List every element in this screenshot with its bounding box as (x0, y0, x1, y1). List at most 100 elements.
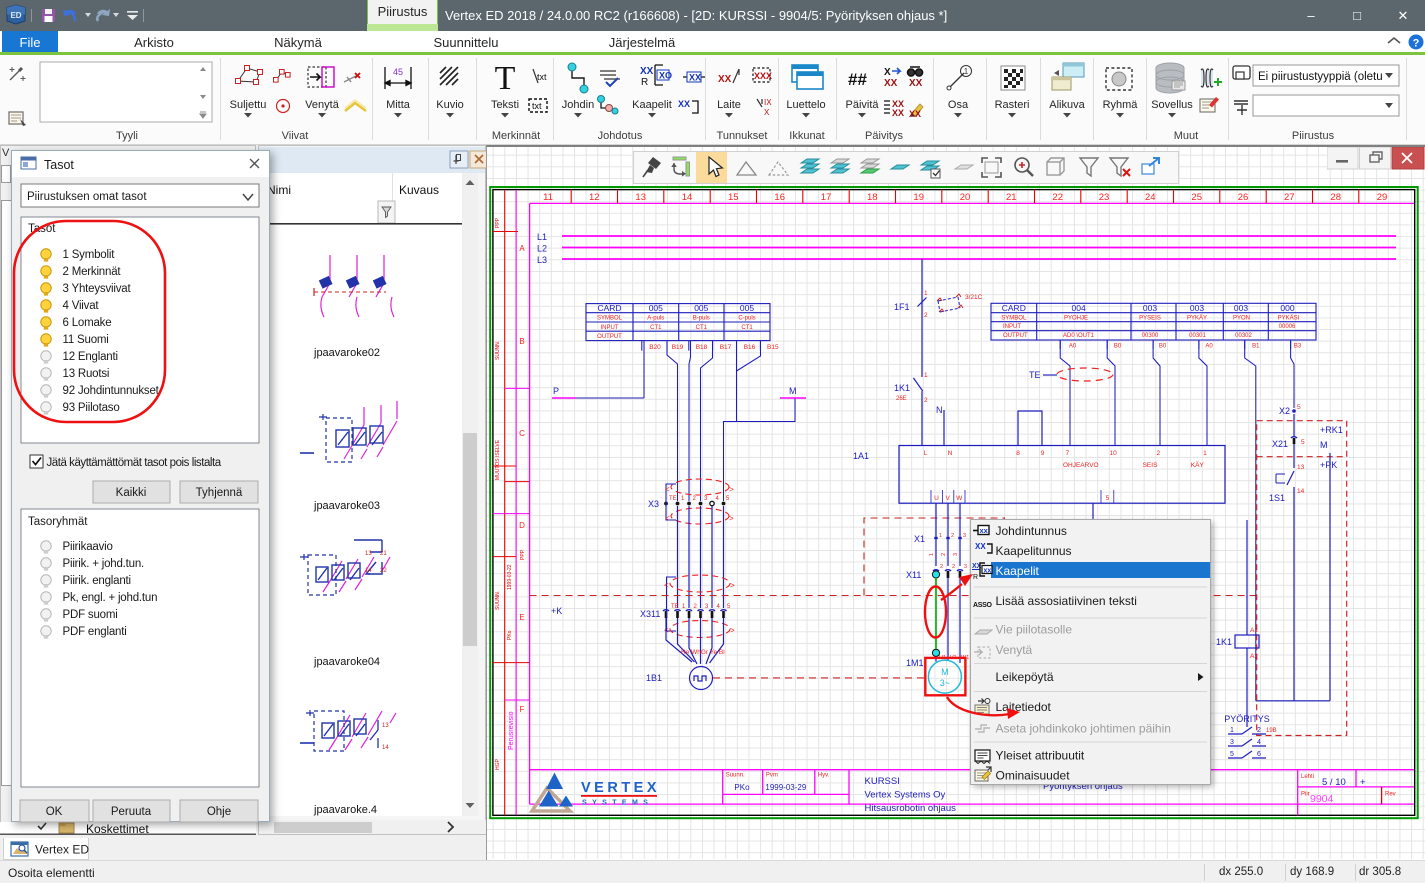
svg-text:Päivitä: Päivitä (845, 99, 879, 111)
svg-text:Piirustuksen omat tasot: Piirustuksen omat tasot (27, 191, 147, 203)
svg-text:XX: XX (892, 108, 904, 118)
svg-text:Piirikaavio: Piirikaavio (63, 541, 113, 553)
svg-text:L: L (924, 450, 928, 457)
svg-text:005: 005 (694, 303, 708, 313)
svg-text:93 Piilotaso: 93 Piilotaso (63, 402, 120, 414)
svg-text:11: 11 (543, 192, 553, 203)
svg-text:2: 2 (924, 312, 928, 319)
svg-text:3: 3 (705, 604, 709, 610)
svg-text:Päivitys: Päivitys (865, 130, 903, 142)
svg-text:XX: XX (678, 99, 690, 109)
svg-text:14: 14 (382, 745, 389, 751)
svg-text:B15: B15 (767, 344, 779, 351)
svg-text:Piir: Piir (1301, 792, 1310, 798)
svg-text:Pk, engl. + johd.tun: Pk, engl. + johd.tun (63, 592, 158, 604)
svg-text:3/21C: 3/21C (965, 294, 983, 301)
svg-text:Kuvio: Kuvio (436, 99, 464, 111)
svg-text:HGP: HGP (495, 759, 501, 771)
svg-text:1S1: 1S1 (1269, 493, 1285, 503)
svg-text:5: 5 (1301, 439, 1305, 446)
svg-text:1: 1 (1230, 727, 1234, 734)
svg-text:1B1: 1B1 (646, 673, 662, 683)
svg-text:V: V (946, 495, 951, 502)
svg-text:X3: X3 (648, 499, 659, 509)
svg-text:1: 1 (682, 604, 686, 610)
svg-text:1: 1 (924, 290, 928, 297)
svg-text:INPUT: INPUT (1003, 324, 1021, 330)
svg-text:Alikuva: Alikuva (1049, 99, 1085, 111)
svg-text:26: 26 (1238, 192, 1249, 203)
svg-text:+RK1: +RK1 (1320, 425, 1343, 435)
svg-text:Piirik. englanti: Piirik. englanti (63, 575, 131, 587)
svg-text:1: 1 (964, 67, 969, 76)
svg-text:M: M (789, 386, 797, 396)
svg-text:X21: X21 (1272, 439, 1288, 449)
svg-text:8: 8 (1016, 450, 1020, 457)
svg-text:SUUNN.: SUUNN. (495, 341, 501, 360)
svg-text:Muut: Muut (1174, 130, 1198, 142)
svg-text:A2: A2 (1250, 653, 1258, 660)
svg-text:F: F (520, 705, 525, 714)
svg-text:5: 5 (726, 496, 730, 502)
svg-text:Jätä käyttämättömät tasot pois: Jätä käyttämättömät tasot pois listalta (47, 457, 222, 469)
svg-text:X2: X2 (1279, 406, 1290, 416)
svg-text:PYSEIS: PYSEIS (1139, 315, 1161, 321)
svg-text:004: 004 (1072, 303, 1086, 313)
svg-text:Mitta: Mitta (386, 99, 411, 111)
svg-text:PKo: PKo (507, 630, 513, 640)
svg-text:Kaikki: Kaikki (116, 487, 147, 499)
svg-text:XXX: XXX (754, 71, 772, 81)
svg-text:1999-03-29: 1999-03-29 (765, 783, 806, 792)
svg-text:19: 19 (913, 192, 924, 203)
svg-text:XX: XX (718, 74, 732, 85)
svg-text:Tyhjennä: Tyhjennä (196, 487, 243, 499)
svg-text:27: 27 (1284, 192, 1295, 203)
svg-text:12 Englanti: 12 Englanti (63, 351, 118, 363)
svg-text:Re WhGr Ye Bl: Re WhGr Ye Bl (681, 649, 725, 656)
svg-text:jpaavaroke.4: jpaavaroke.4 (313, 804, 377, 816)
svg-text:4: 4 (1257, 739, 1261, 746)
svg-text:Johdotus: Johdotus (598, 130, 643, 142)
svg-text:Osa: Osa (948, 99, 969, 111)
svg-text:Laite: Laite (717, 99, 741, 111)
svg-text:1: 1 (939, 533, 942, 539)
svg-text:>: > (729, 514, 734, 523)
svg-text:XX: XX (689, 73, 701, 83)
svg-text:003: 003 (1143, 303, 1157, 313)
svg-text:2: 2 (924, 397, 928, 404)
svg-text:A-puls: A-puls (647, 316, 664, 322)
svg-text:Perusrevisio: Perusrevisio (508, 711, 515, 750)
svg-text:13: 13 (382, 723, 389, 729)
svg-text:22: 22 (1052, 192, 1063, 203)
svg-text:N: N (948, 450, 953, 457)
svg-text:4 Viivat: 4 Viivat (63, 300, 100, 312)
svg-text:45: 45 (393, 67, 403, 77)
svg-text:17: 17 (821, 192, 832, 203)
svg-text:Tasoryhmät: Tasoryhmät (28, 516, 88, 528)
svg-text:6: 6 (1257, 751, 1261, 758)
svg-text:Merkinnät: Merkinnät (492, 130, 540, 142)
svg-text:VERTEX: VERTEX (581, 780, 660, 796)
svg-text:txt: txt (532, 101, 542, 111)
svg-text:9904: 9904 (1310, 793, 1334, 805)
svg-text:jpaavaroke04: jpaavaroke04 (313, 656, 380, 668)
svg-text:1A1: 1A1 (853, 451, 869, 461)
svg-text:CT1: CT1 (741, 325, 753, 331)
svg-text:13: 13 (635, 192, 646, 203)
svg-text:<: < (665, 514, 670, 523)
svg-text:Lehti: Lehti (1301, 774, 1314, 780)
svg-text:A1: A1 (1250, 627, 1258, 634)
svg-text:X: X (764, 108, 770, 117)
svg-text:PYON: PYON (1233, 315, 1250, 321)
svg-text:B19: B19 (672, 344, 684, 351)
svg-text:25: 25 (1191, 192, 1202, 203)
svg-text:29: 29 (1377, 192, 1388, 203)
svg-text:Vertex Systems Oy: Vertex Systems Oy (865, 790, 946, 801)
svg-text:W: W (956, 495, 963, 502)
svg-text:23: 23 (1099, 192, 1110, 203)
svg-text:Ryhmä: Ryhmä (1103, 99, 1139, 111)
svg-text:P: P (553, 386, 559, 396)
svg-text:7: 7 (1065, 450, 1069, 457)
svg-text:1 Symbolit: 1 Symbolit (63, 249, 116, 261)
svg-text:24: 24 (1145, 192, 1156, 203)
